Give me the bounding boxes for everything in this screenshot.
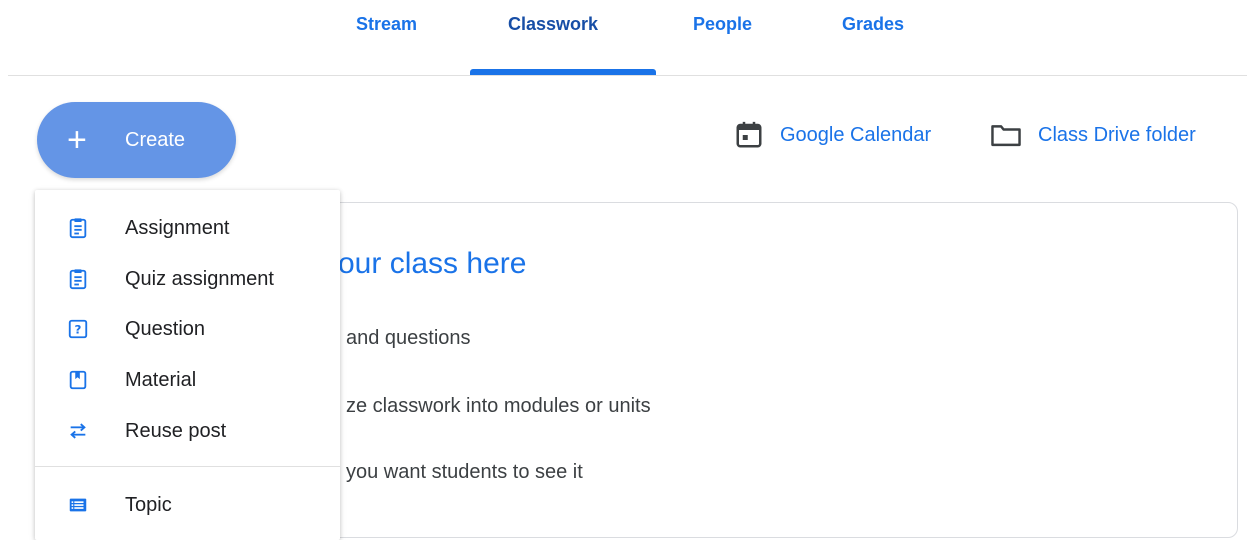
folder-icon xyxy=(990,120,1022,150)
menu-label-question: Question xyxy=(125,318,206,340)
menu-item-material[interactable]: Material xyxy=(35,355,340,405)
reuse-icon xyxy=(67,420,89,442)
menu-label-assignment: Assignment xyxy=(125,217,230,239)
create-button-label: Create xyxy=(125,129,186,151)
nav-divider xyxy=(8,75,1247,76)
svg-text:?: ? xyxy=(75,323,82,337)
menu-item-reuse-post[interactable]: Reuse post xyxy=(35,406,340,456)
classwork-empty-card: our class here and questions ze classwor… xyxy=(300,202,1238,538)
card-title: our class here xyxy=(338,247,527,280)
quiz-assignment-icon xyxy=(67,268,89,290)
plus-icon: + xyxy=(67,121,87,159)
class-drive-folder-label: Class Drive folder xyxy=(1038,123,1196,146)
calendar-icon xyxy=(734,120,764,150)
card-line-2: ze classwork into modules or units xyxy=(346,395,651,417)
topic-icon xyxy=(67,494,89,516)
card-line-1: and questions xyxy=(346,327,471,349)
menu-label-topic: Topic xyxy=(125,494,172,516)
google-calendar-link[interactable]: Google Calendar xyxy=(734,118,931,152)
tab-people[interactable]: People xyxy=(693,14,752,38)
menu-divider xyxy=(35,466,340,467)
menu-label-quiz-assignment: Quiz assignment xyxy=(125,268,274,290)
create-menu: Assignment Quiz assignment ? Question Ma… xyxy=(35,190,340,540)
material-icon xyxy=(67,369,89,391)
menu-label-reuse-post: Reuse post xyxy=(125,420,227,442)
assignment-icon xyxy=(67,217,89,239)
google-calendar-label: Google Calendar xyxy=(780,123,932,146)
menu-item-assignment[interactable]: Assignment xyxy=(35,203,340,253)
class-drive-folder-link[interactable]: Class Drive folder xyxy=(990,118,1196,152)
tab-classwork[interactable]: Classwork xyxy=(508,14,598,38)
menu-item-question[interactable]: ? Question xyxy=(35,304,340,354)
menu-item-topic[interactable]: Topic xyxy=(35,480,340,530)
menu-label-material: Material xyxy=(125,369,197,391)
tab-grades[interactable]: Grades xyxy=(842,14,904,38)
menu-item-quiz-assignment[interactable]: Quiz assignment xyxy=(35,254,340,304)
question-icon: ? xyxy=(67,318,89,340)
card-line-3: you want students to see it xyxy=(346,461,583,483)
tab-stream[interactable]: Stream xyxy=(356,14,417,38)
create-button[interactable]: + Create xyxy=(37,102,236,178)
top-nav-tabs: Stream Classwork People Grades xyxy=(0,0,1247,76)
